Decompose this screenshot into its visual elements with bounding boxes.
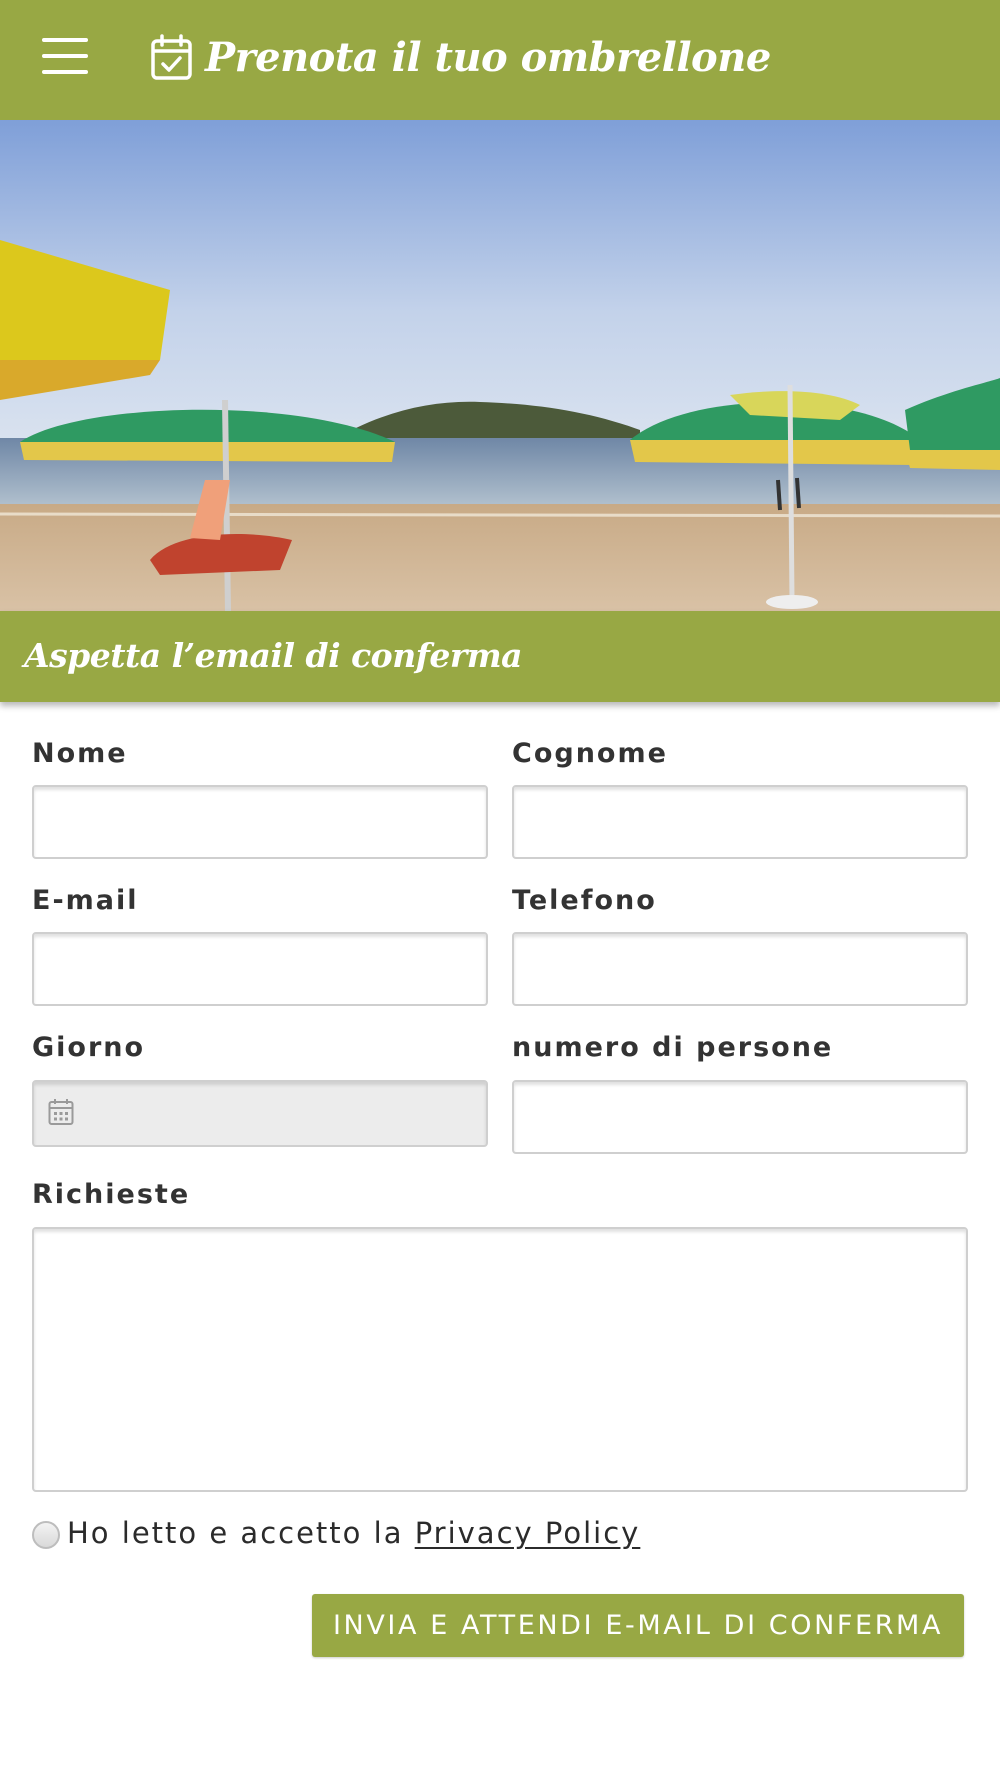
calendar-check-icon — [151, 34, 192, 80]
giorno-label: Giorno — [32, 1032, 146, 1063]
banner-text: Aspetta l’email di conferma — [24, 636, 523, 675]
privacy-radio[interactable] — [32, 1521, 60, 1549]
email-label: E-mail — [32, 885, 139, 916]
nome-input[interactable] — [32, 785, 488, 859]
persone-label: numero di persone — [512, 1032, 834, 1063]
page-title: Prenota il tuo ombrellone — [205, 34, 771, 81]
app-header: Prenota il tuo ombrellone — [0, 0, 1000, 120]
cognome-label: Cognome — [512, 738, 668, 769]
giorno-date-input[interactable] — [32, 1080, 488, 1147]
telefono-label: Telefono — [512, 885, 657, 916]
telefono-input[interactable] — [512, 932, 968, 1006]
calendar-icon — [48, 1099, 74, 1125]
menu-icon[interactable] — [42, 38, 88, 78]
richieste-label: Richieste — [32, 1179, 191, 1210]
persone-input[interactable] — [512, 1080, 968, 1154]
privacy-consent: Ho letto e accetto la Privacy Policy — [67, 1515, 640, 1551]
privacy-prefix-text: Ho letto e accetto la — [67, 1516, 404, 1550]
nome-label: Nome — [32, 738, 128, 769]
richieste-textarea[interactable] — [32, 1227, 968, 1492]
confirmation-banner: Aspetta l’email di conferma — [0, 611, 1000, 702]
email-input[interactable] — [32, 932, 488, 1006]
submit-button[interactable]: INVIA E ATTENDI E-MAIL DI CONFERMA — [312, 1594, 964, 1657]
privacy-policy-link[interactable]: Privacy Policy — [415, 1516, 641, 1550]
cognome-input[interactable] — [512, 785, 968, 859]
hero-beach-image — [0, 120, 1000, 612]
